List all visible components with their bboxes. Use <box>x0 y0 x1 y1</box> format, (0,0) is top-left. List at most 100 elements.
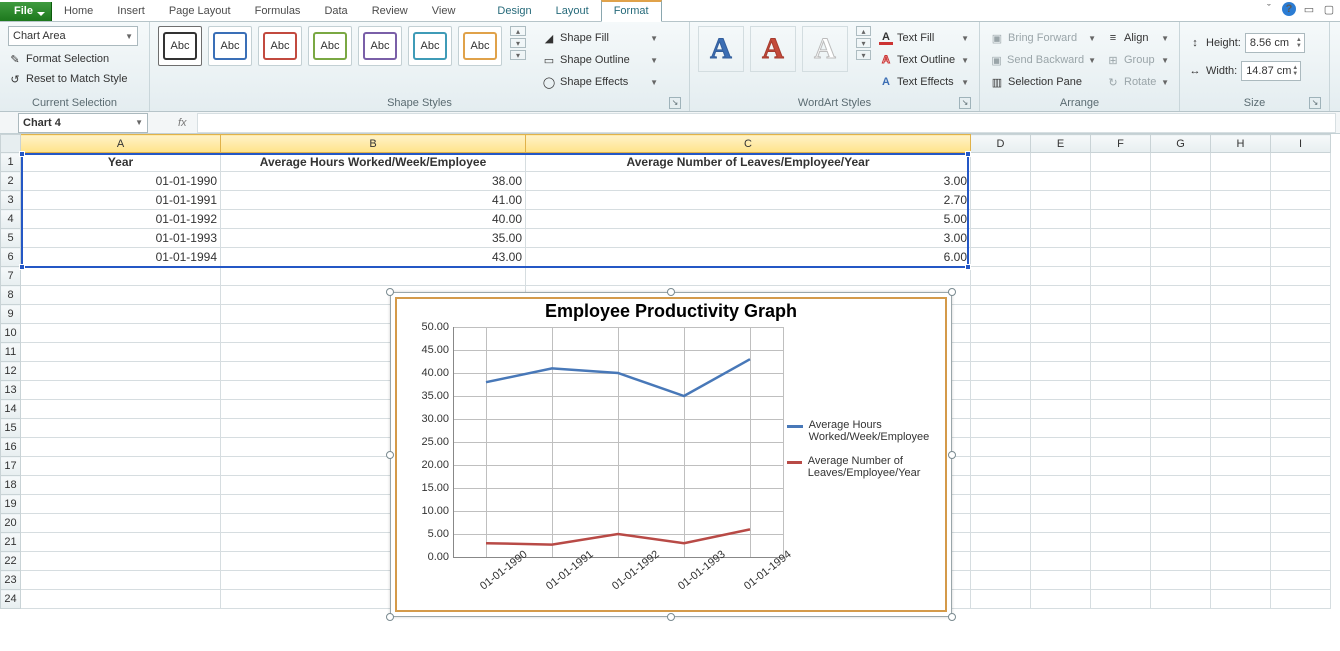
cell[interactable] <box>1151 571 1211 590</box>
wordart-thumb[interactable]: A <box>698 26 744 72</box>
shape-effects-button[interactable]: ◯ Shape Effects ▼ <box>540 72 660 92</box>
cell[interactable] <box>1211 362 1271 381</box>
tab-file[interactable]: File <box>0 2 52 21</box>
chart-y-axis[interactable]: 0.005.0010.0015.0020.0025.0030.0035.0040… <box>405 323 449 557</box>
row-header[interactable]: 14 <box>1 400 21 419</box>
help-icon[interactable]: ? <box>1282 2 1296 16</box>
row-header[interactable]: 12 <box>1 362 21 381</box>
row-header[interactable]: 23 <box>1 571 21 590</box>
height-spinner[interactable]: 8.56 cm ▲▼ <box>1245 33 1305 53</box>
row-header[interactable]: 7 <box>1 267 21 286</box>
cell[interactable] <box>1031 533 1091 552</box>
row-header[interactable]: 5 <box>1 229 21 248</box>
cell[interactable] <box>1031 419 1091 438</box>
cell[interactable] <box>1271 400 1331 419</box>
cell[interactable]: 3.00 <box>526 172 971 191</box>
reset-to-match-style-button[interactable]: ↺ Reset to Match Style <box>8 72 141 86</box>
cell[interactable] <box>1151 400 1211 419</box>
row-header[interactable]: 21 <box>1 533 21 552</box>
cell[interactable] <box>1211 514 1271 533</box>
formula-input[interactable] <box>197 113 1336 133</box>
cell[interactable] <box>1091 153 1151 172</box>
cell[interactable] <box>1091 191 1151 210</box>
cell[interactable] <box>1151 343 1211 362</box>
cell[interactable] <box>971 533 1031 552</box>
cell[interactable] <box>1091 438 1151 457</box>
cell[interactable] <box>971 267 1031 286</box>
cell[interactable] <box>971 324 1031 343</box>
row-header[interactable]: 22 <box>1 552 21 571</box>
cell[interactable] <box>1091 343 1151 362</box>
format-selection-button[interactable]: ✎ Format Selection <box>8 52 141 66</box>
cell[interactable] <box>1211 438 1271 457</box>
cell[interactable] <box>1031 438 1091 457</box>
spin-down-icon[interactable]: ▼ <box>1296 43 1302 49</box>
cell[interactable] <box>1271 362 1331 381</box>
shape-fill-button[interactable]: ◢ Shape Fill ▼ <box>540 28 660 48</box>
cell[interactable]: 38.00 <box>221 172 526 191</box>
cell[interactable] <box>1211 419 1271 438</box>
tab-page-layout[interactable]: Page Layout <box>157 2 243 21</box>
text-effects-button[interactable]: A Text Effects ▼ <box>877 72 971 92</box>
cell[interactable] <box>21 457 221 476</box>
cell[interactable] <box>1211 191 1271 210</box>
cell[interactable] <box>1211 381 1271 400</box>
cell[interactable] <box>1091 210 1151 229</box>
shape-style-thumb[interactable]: Abc <box>158 26 202 66</box>
cell[interactable] <box>1151 191 1211 210</box>
row-header[interactable]: 6 <box>1 248 21 267</box>
cell[interactable] <box>971 400 1031 419</box>
shape-style-gallery[interactable]: AbcAbcAbcAbcAbcAbcAbc <box>158 26 502 66</box>
name-box[interactable]: Chart 4 ▼ <box>18 113 148 133</box>
cell[interactable] <box>1151 248 1211 267</box>
text-outline-button[interactable]: A Text Outline ▼ <box>877 50 971 70</box>
row-header[interactable]: 13 <box>1 381 21 400</box>
cell[interactable] <box>1211 400 1271 419</box>
cell[interactable] <box>1151 495 1211 514</box>
cell[interactable]: 43.00 <box>221 248 526 267</box>
resize-handle[interactable] <box>948 613 956 621</box>
gallery-more[interactable]: ▴ ▾ ▾ <box>856 26 871 60</box>
cell[interactable] <box>1271 210 1331 229</box>
cell[interactable] <box>971 362 1031 381</box>
cell[interactable] <box>1151 590 1211 609</box>
shape-style-thumb[interactable]: Abc <box>208 26 252 66</box>
wordart-thumb[interactable]: A <box>802 26 848 72</box>
cell[interactable] <box>1151 210 1211 229</box>
resize-handle[interactable] <box>386 613 394 621</box>
cell[interactable] <box>971 153 1031 172</box>
cell[interactable] <box>1151 476 1211 495</box>
width-spinner[interactable]: 14.87 cm ▲▼ <box>1241 61 1301 81</box>
cell[interactable] <box>1091 305 1151 324</box>
row-header[interactable]: 16 <box>1 438 21 457</box>
resize-handle[interactable] <box>667 288 675 296</box>
window-minimize-icon[interactable]: ▭ <box>1302 2 1316 16</box>
chart-series-line[interactable] <box>486 359 750 396</box>
cell[interactable] <box>1031 514 1091 533</box>
cell[interactable] <box>1031 400 1091 419</box>
cell[interactable] <box>1271 343 1331 362</box>
column-header[interactable]: H <box>1211 135 1271 153</box>
cell[interactable] <box>1031 362 1091 381</box>
row-header[interactable]: 10 <box>1 324 21 343</box>
cell[interactable] <box>1091 533 1151 552</box>
cell[interactable] <box>21 362 221 381</box>
cell[interactable] <box>1091 381 1151 400</box>
column-header[interactable]: F <box>1091 135 1151 153</box>
cell[interactable] <box>1271 381 1331 400</box>
cell[interactable] <box>1031 210 1091 229</box>
cell[interactable] <box>1151 552 1211 571</box>
chart-x-axis[interactable]: 01-01-199001-01-199101-01-199201-01-1993… <box>453 561 783 613</box>
cell[interactable] <box>971 457 1031 476</box>
cell[interactable]: Average Hours Worked/Week/Employee <box>221 153 526 172</box>
cell[interactable] <box>1151 305 1211 324</box>
cell[interactable] <box>1151 324 1211 343</box>
cell[interactable] <box>971 419 1031 438</box>
dialog-launcher-icon[interactable]: ↘ <box>1309 97 1321 109</box>
cell[interactable] <box>971 552 1031 571</box>
cell[interactable] <box>1091 286 1151 305</box>
cell[interactable]: 41.00 <box>221 191 526 210</box>
cell[interactable] <box>1031 248 1091 267</box>
legend-item[interactable]: Average Hours Worked/Week/Employee <box>787 419 937 443</box>
cell[interactable] <box>21 267 221 286</box>
